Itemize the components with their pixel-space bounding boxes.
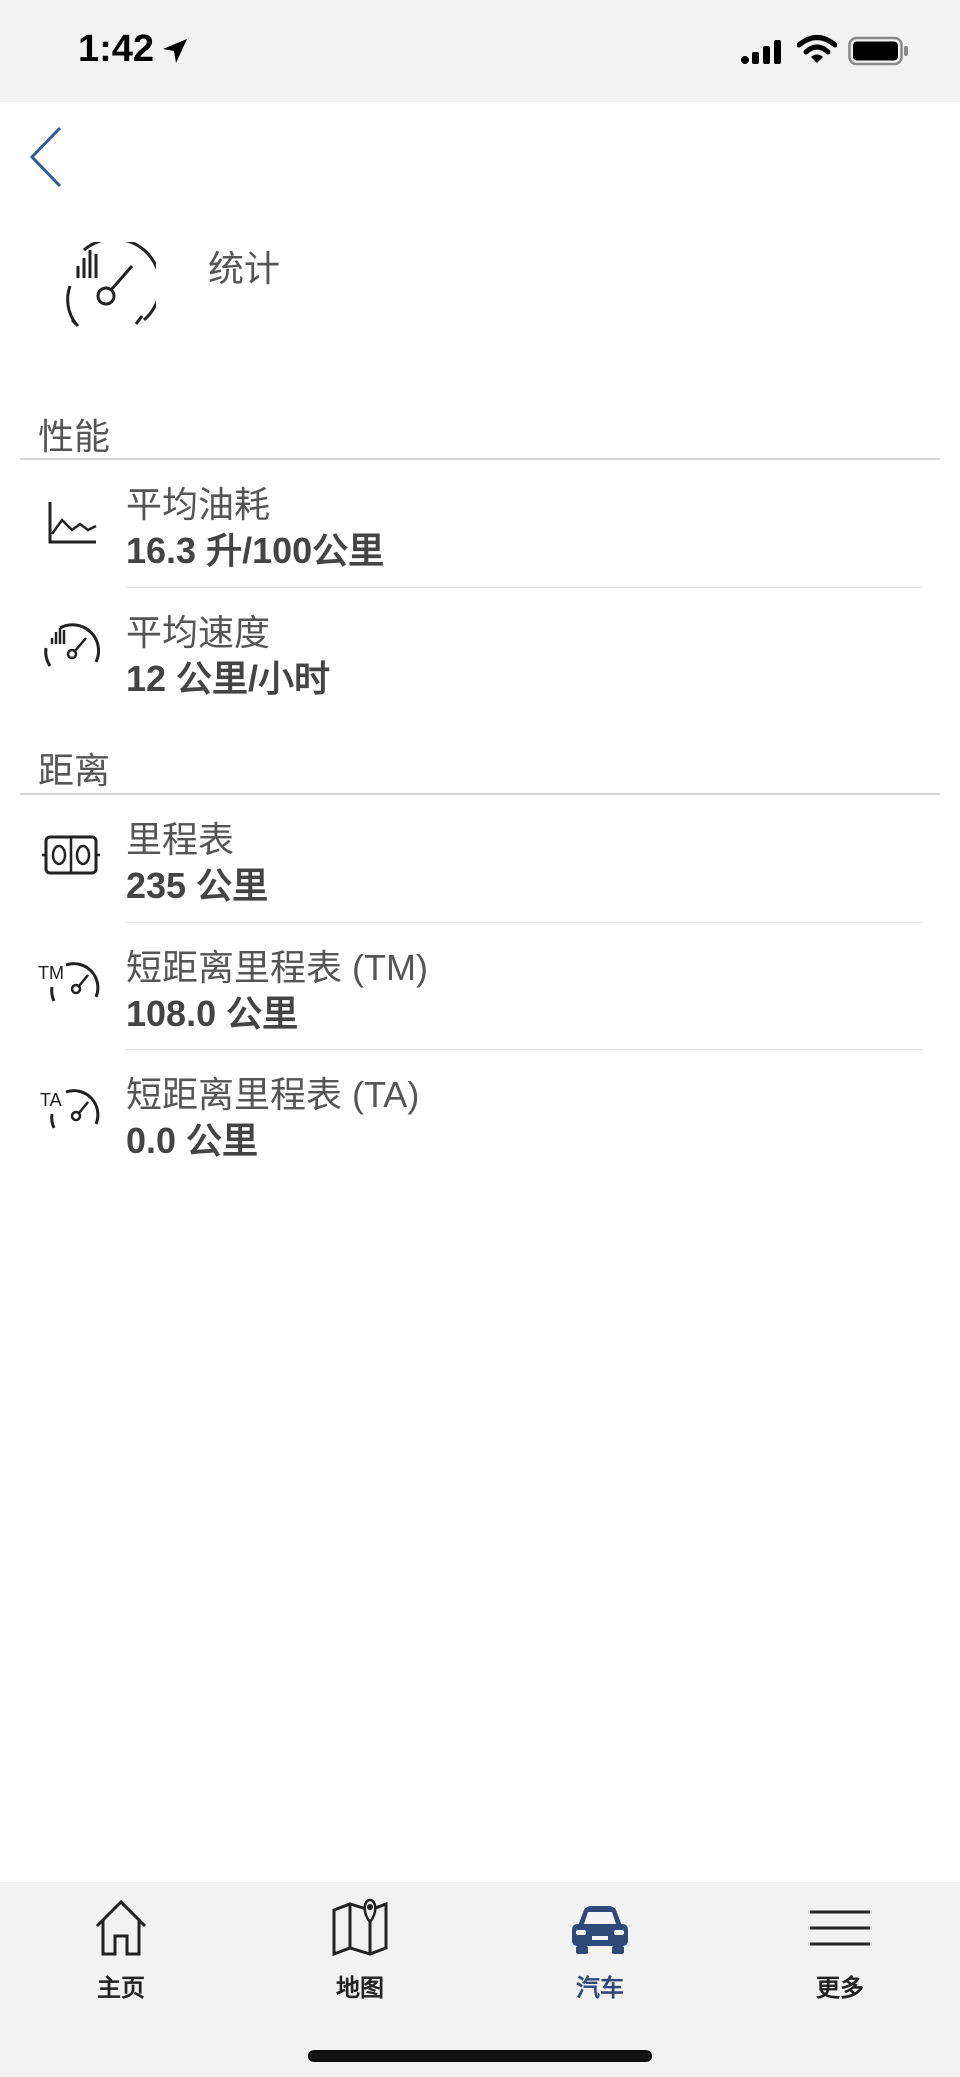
location-arrow-icon — [163, 39, 187, 63]
speedometer-icon — [44, 623, 101, 667]
list-item-trip-meter-ta[interactable]: TA 短距离里程表 (TA) 0.0 公里 — [0, 1050, 960, 1176]
list-item-trip-meter-tm[interactable]: TM 短距离里程表 (TM) 108.0 公里 — [0, 923, 960, 1049]
list-item-value: 235 公里 — [126, 865, 269, 906]
car-icon — [572, 1906, 628, 1954]
list-item-label: 里程表 — [126, 819, 235, 860]
odometer-icon — [42, 835, 100, 875]
list-item-label: 短距离里程表 (TA) — [126, 1074, 420, 1115]
list-item-average-fuel-consumption[interactable]: 平均油耗 16.3 升/100公里 — [0, 460, 960, 586]
tab-home[interactable]: 主页 — [51, 1896, 191, 2006]
home-icon — [95, 1899, 147, 1956]
tab-label: 地图 — [336, 1975, 384, 2002]
list-item-label: 平均速度 — [126, 612, 271, 653]
section-title-distance: 距离 — [38, 750, 111, 791]
list-item-odometer[interactable]: 里程表 235 公里 — [0, 795, 960, 921]
list-item-label: 短距离里程表 (TM) — [126, 947, 428, 988]
tab-label: 更多 — [816, 1975, 864, 2002]
trip-meter-tm-icon: TM — [38, 962, 100, 1002]
trip-meter-ta-icon: TA — [40, 1089, 100, 1129]
list-item-label: 平均油耗 — [126, 484, 271, 525]
list-item-average-speed[interactable]: 平均速度 12 公里/小时 — [0, 588, 960, 714]
tab-label: 汽车 — [576, 1975, 624, 2002]
home-indicator — [308, 2050, 652, 2062]
menu-icon — [810, 1910, 870, 1946]
wifi-icon — [797, 35, 837, 63]
tab-bar: 主页 地图 汽车 更多 — [0, 1882, 960, 2077]
tab-map[interactable]: 地图 — [290, 1896, 430, 2006]
page-title: 统计 — [208, 248, 281, 289]
list-item-value: 12 公里/小时 — [126, 658, 331, 699]
section-title-performance: 性能 — [38, 416, 111, 457]
map-icon — [332, 1898, 388, 1957]
tab-more[interactable]: 更多 — [770, 1896, 910, 2006]
svg-text:TA: TA — [40, 1090, 62, 1110]
fuel-consumption-chart-icon — [48, 502, 97, 544]
tab-car[interactable]: 汽车 — [530, 1896, 670, 2006]
list-item-value: 108.0 公里 — [126, 993, 299, 1034]
svg-text:TM: TM — [38, 963, 64, 983]
list-item-value: 16.3 升/100公里 — [126, 530, 385, 571]
list-item-value: 0.0 公里 — [126, 1120, 259, 1161]
status-time: 1:42 — [78, 28, 155, 70]
battery-icon — [848, 36, 908, 66]
statistics-gauge-icon — [66, 242, 156, 328]
cellular-signal-icon — [741, 40, 781, 64]
status-bar: 1:42 — [0, 0, 960, 102]
back-button[interactable] — [24, 122, 66, 192]
tab-label: 主页 — [97, 1975, 145, 2002]
